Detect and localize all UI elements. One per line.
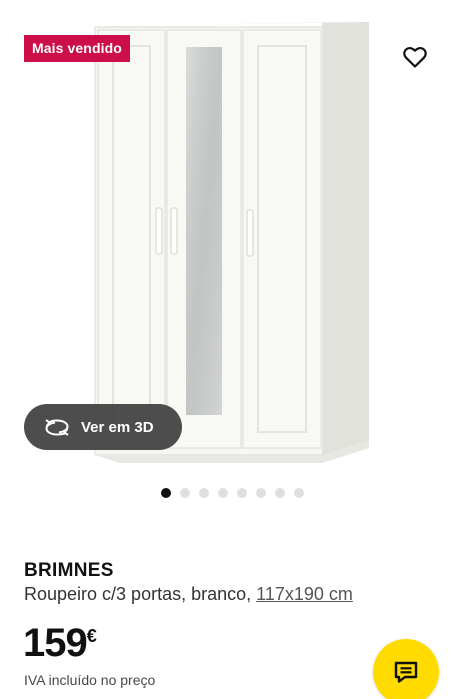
chat-bubble-icon bbox=[394, 661, 418, 683]
product-image-gallery[interactable]: Mais vendido Ver em 3D bbox=[0, 0, 463, 475]
gallery-dot[interactable] bbox=[256, 488, 266, 498]
gallery-dot[interactable] bbox=[199, 488, 209, 498]
gallery-pagination bbox=[161, 488, 304, 498]
view-in-3d-label: Ver em 3D bbox=[81, 418, 154, 436]
gallery-dot[interactable] bbox=[294, 488, 304, 498]
product-description: Roupeiro c/3 portas, branco, 117x190 cm bbox=[24, 584, 353, 605]
gallery-dot[interactable] bbox=[180, 488, 190, 498]
favourite-button[interactable] bbox=[399, 41, 431, 73]
price-amount: 159 bbox=[23, 621, 88, 665]
heart-outline-icon bbox=[403, 46, 427, 68]
gallery-dot[interactable] bbox=[161, 488, 171, 498]
product-name: BRIMNES bbox=[24, 560, 114, 581]
price-currency: € bbox=[86, 626, 97, 646]
vat-note: IVA incluído no preço bbox=[24, 672, 156, 688]
rotate-3d-icon bbox=[45, 419, 69, 436]
product-price: 159 € bbox=[23, 620, 97, 666]
gallery-dot[interactable] bbox=[237, 488, 247, 498]
view-in-3d-button[interactable]: Ver em 3D bbox=[24, 404, 182, 450]
chat-button[interactable] bbox=[373, 639, 439, 699]
gallery-dot[interactable] bbox=[218, 488, 228, 498]
best-seller-badge: Mais vendido bbox=[24, 35, 130, 62]
product-size-link[interactable]: 117x190 cm bbox=[256, 584, 353, 604]
product-description-text: Roupeiro c/3 portas, branco, bbox=[24, 584, 252, 604]
gallery-dot[interactable] bbox=[275, 488, 285, 498]
